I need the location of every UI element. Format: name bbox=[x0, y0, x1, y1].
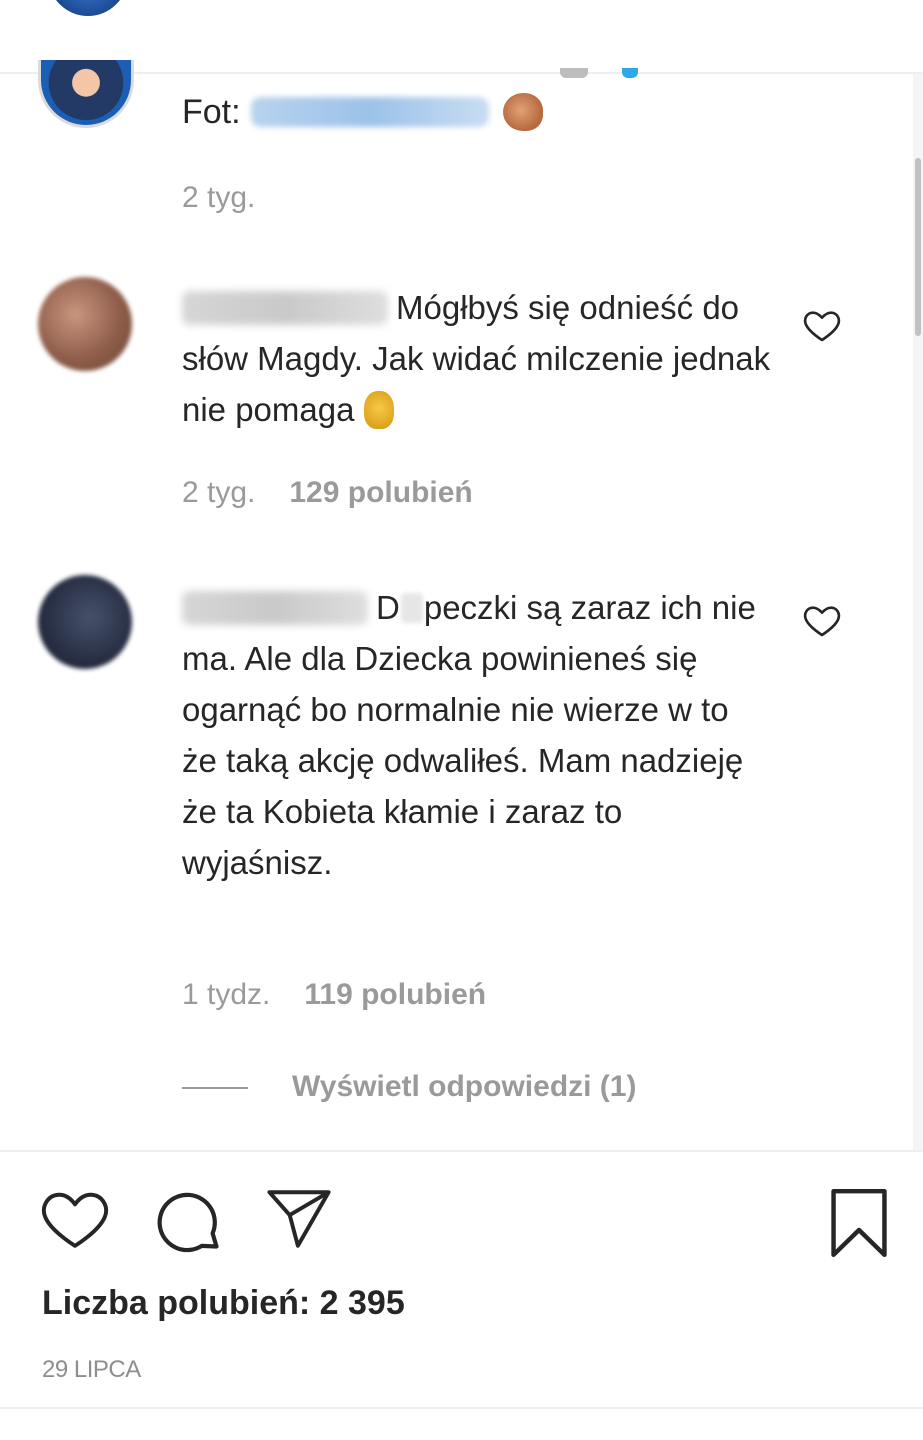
likes-total[interactable]: Liczba polubień: 2 395 bbox=[42, 1284, 405, 1323]
like-icon[interactable] bbox=[40, 1188, 110, 1250]
comment-1-time[interactable]: 2 tyg. bbox=[182, 476, 255, 509]
comment-avatar[interactable] bbox=[38, 575, 132, 669]
replies-dash bbox=[182, 1087, 248, 1090]
comment-username-blurred[interactable] bbox=[182, 591, 368, 625]
comment-1-text: Mógłbyś się odnieść do słów Magdy. Jak w… bbox=[182, 282, 772, 435]
comment-like-heart-icon[interactable] bbox=[802, 305, 842, 345]
comment-like-heart-icon[interactable] bbox=[802, 600, 842, 640]
comment-2-time[interactable]: 1 tydz. bbox=[182, 978, 270, 1011]
view-replies-label[interactable]: Wyświetl odpowiedzi (1) bbox=[292, 1070, 636, 1103]
comment-1-likes[interactable]: 129 polubień bbox=[289, 476, 472, 509]
scrollbar-thumb[interactable] bbox=[915, 158, 921, 336]
comment-2-text: Dpeczki są zaraz ich nie ma. Ale dla Dzi… bbox=[182, 582, 772, 888]
caption-text: Fot: bbox=[182, 92, 543, 132]
comment-username-blurred[interactable] bbox=[182, 291, 388, 325]
top-divider bbox=[0, 72, 923, 74]
post-date[interactable]: 29 LIPCA bbox=[42, 1356, 141, 1384]
comment-icon[interactable] bbox=[152, 1188, 224, 1254]
fist-emoji-icon bbox=[502, 93, 543, 131]
caption-meta: 2 tyg. bbox=[182, 181, 255, 215]
comment-2-meta: 1 tydz. 119 polubień bbox=[182, 978, 486, 1012]
censored-letter bbox=[400, 593, 423, 623]
view-replies-button[interactable]: Wyświetl odpowiedzi (1) bbox=[182, 1070, 636, 1104]
comment-2-body-start: D bbox=[376, 589, 400, 626]
comment-2-body: peczki są zaraz ich nie ma. Ale dla Dzie… bbox=[182, 589, 756, 881]
bottom-divider bbox=[0, 1407, 923, 1409]
tagged-handle-blurred[interactable] bbox=[250, 97, 489, 127]
caption-prefix: Fot: bbox=[182, 93, 241, 131]
cut-off-caption-line bbox=[560, 68, 650, 80]
share-icon[interactable] bbox=[264, 1188, 334, 1250]
ok-hand-emoji-icon bbox=[364, 391, 395, 429]
caption-author-avatar[interactable] bbox=[38, 60, 134, 128]
top-avatar[interactable] bbox=[48, 0, 128, 16]
comment-2-likes[interactable]: 119 polubień bbox=[304, 978, 486, 1011]
caption-time[interactable]: 2 tyg. bbox=[182, 181, 255, 214]
comment-1-meta: 2 tyg. 129 polubień bbox=[182, 476, 473, 510]
actions-divider bbox=[0, 1150, 923, 1152]
comment-avatar[interactable] bbox=[38, 277, 132, 371]
save-icon[interactable] bbox=[826, 1188, 892, 1258]
